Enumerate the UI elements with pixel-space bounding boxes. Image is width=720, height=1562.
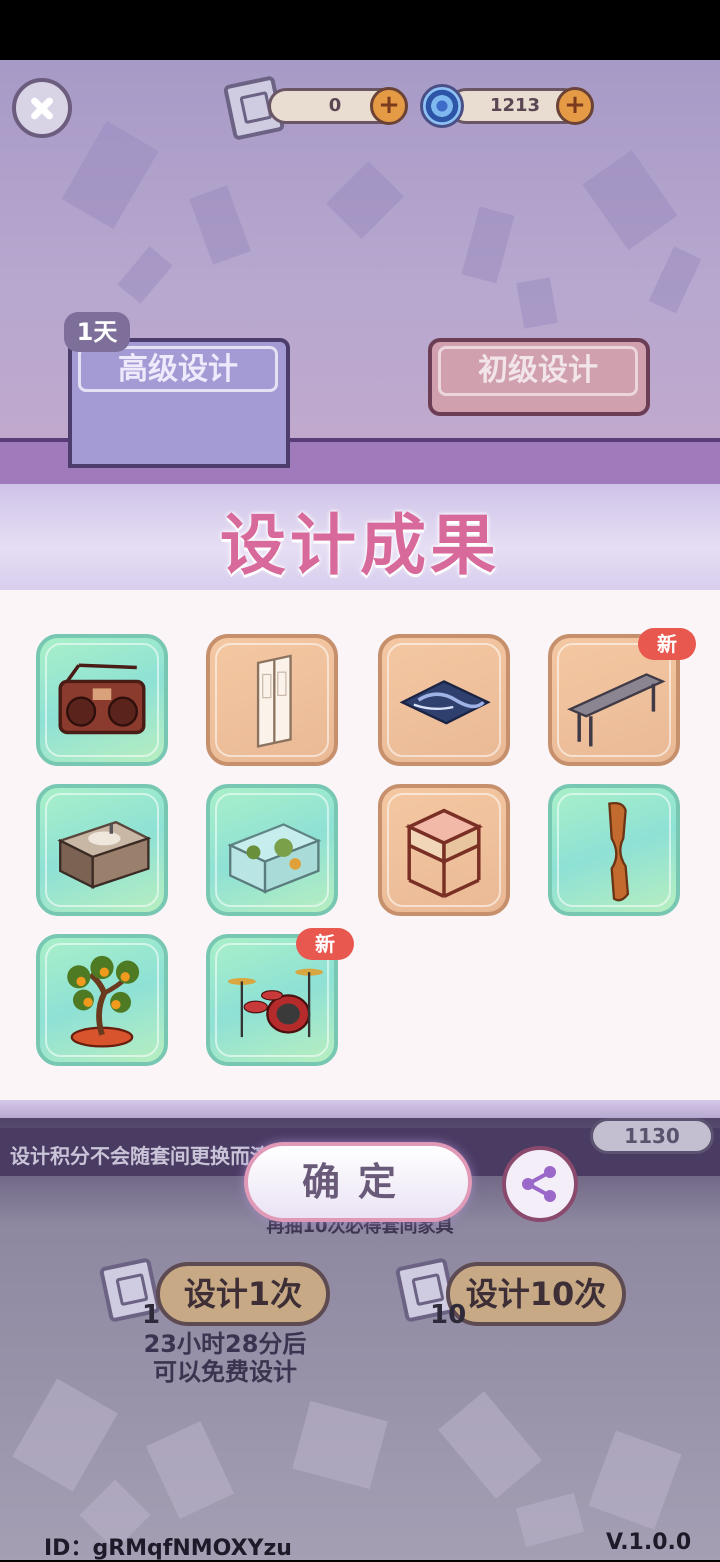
result-item-kumquat-bonsai[interactable]: [36, 934, 168, 1066]
shard-decoration: [588, 1430, 682, 1530]
result-item-marble-rug[interactable]: [378, 634, 510, 766]
close-button[interactable]: [12, 78, 72, 138]
notice-text: 设计积分不会随套间更换而清: [10, 1144, 270, 1168]
result-item-wooden-wall-shelf[interactable]: [548, 784, 680, 916]
shard-decoration: [61, 121, 159, 229]
free-timer-line2: 可以免费设计: [153, 1358, 297, 1386]
result-item-aquarium-tank[interactable]: [206, 784, 338, 916]
white-wardrobe-icon: [256, 654, 292, 748]
player-id: ID：gRMqfNMOXYzu: [44, 1536, 292, 1561]
result-item-boombox-radio[interactable]: [36, 634, 168, 766]
share-icon: [522, 1166, 556, 1202]
shard-decoration: [648, 246, 702, 314]
result-item-bathroom-sink-cabinet[interactable]: [36, 784, 168, 916]
shard-decoration: [117, 246, 173, 304]
boombox-radio-icon: [58, 663, 146, 735]
wooden-wall-shelf-icon: [608, 802, 630, 902]
design-once-cost: 1: [142, 1300, 161, 1330]
duration-badge: 1天: [64, 312, 130, 352]
version-label: V.1.0.0: [606, 1530, 692, 1555]
result-item-cube-side-table[interactable]: [378, 784, 510, 916]
shard-decoration: [189, 185, 251, 265]
design-ten-button[interactable]: 设计10次: [446, 1262, 626, 1326]
bathroom-sink-cabinet-icon: [57, 820, 152, 889]
status-bar: [0, 0, 720, 60]
shard-decoration: [438, 1391, 542, 1499]
shard-decoration: [145, 1421, 235, 1519]
free-timer-line1: 23小时28分后: [143, 1330, 307, 1358]
result-item-drum-kit[interactable]: [206, 934, 338, 1066]
design-score: 1130: [590, 1118, 714, 1154]
cube-side-table-icon: [405, 808, 483, 898]
results-panel-edge: [0, 1100, 720, 1118]
shard-decoration: [515, 1492, 585, 1548]
gray-bench-icon: [567, 673, 666, 747]
add-scroll-button[interactable]: +: [370, 87, 408, 125]
shard-decoration: [12, 1378, 118, 1492]
aquarium-tank-icon: [227, 823, 322, 894]
kumquat-bonsai-icon: [67, 955, 140, 1048]
shard-decoration: [582, 150, 678, 250]
result-item-white-wardrobe[interactable]: [206, 634, 338, 766]
design-ten-cost: 10: [430, 1300, 467, 1330]
free-design-timer: 23小时28分后 可以免费设计: [110, 1330, 340, 1386]
shard-decoration: [516, 277, 558, 329]
gem-icon: [420, 84, 464, 128]
shard-decoration: [461, 206, 515, 284]
drum-kit-icon: [227, 968, 324, 1038]
add-gem-button[interactable]: +: [556, 87, 594, 125]
share-button[interactable]: [502, 1146, 578, 1222]
tab-basic-label: 初级设计: [438, 346, 638, 396]
result-item-gray-bench[interactable]: [548, 634, 680, 766]
tab-advanced-label: 高级设计: [78, 346, 278, 392]
design-once-button[interactable]: 设计1次: [156, 1262, 330, 1326]
results-title: 设计成果: [220, 507, 500, 584]
shard-decoration: [292, 1400, 388, 1490]
shard-decoration: [326, 161, 404, 239]
marble-rug-icon: [399, 680, 491, 725]
confirm-button[interactable]: 确定: [244, 1142, 472, 1222]
close-icon: [16, 82, 68, 134]
